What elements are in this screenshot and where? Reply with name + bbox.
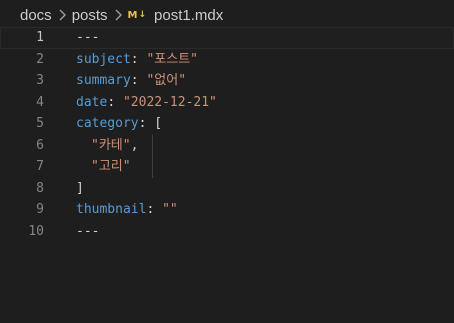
chevron-right-icon [114,9,122,21]
markdown-icon-arrow: ↓ [138,10,147,20]
chevron-right-icon [58,9,66,21]
line-number: 2 [36,51,44,67]
yaml-key: summary [76,73,131,88]
code-content: subject: "포스트" [76,49,198,71]
yaml-punctuation: --- [76,223,100,239]
yaml-punctuation: : [107,94,123,110]
code-line[interactable]: 3 summary: "없어" [0,70,454,92]
yaml-punctuation: ] [76,180,84,196]
code-content: --- [76,221,99,243]
yaml-punctuation: , [130,137,139,153]
yaml-punctuation: : [130,73,147,88]
yaml-string: "" [162,202,178,217]
markdown-file-icon: M ↓ [128,10,147,21]
code-content: date: "2022-12-21" [76,92,217,114]
code-line[interactable]: 10 --- [0,221,454,243]
line-number: 4 [36,94,44,110]
line-number: 5 [36,116,44,131]
code-content: --- [76,27,99,49]
yaml-key: category [76,116,139,131]
yaml-key: thumbnail [76,202,147,217]
code-content: ] [76,178,84,200]
code-editor[interactable]: 1 --- 2 subject: "포스트" 3 summary: "없어" 4 date: … [0,27,454,323]
code-line[interactable]: 6 "카테", [0,134,454,156]
breadcrumb: docs posts M ↓ post1.mdx [0,0,454,30]
line-number: 8 [36,180,44,196]
indent-guide [152,156,153,178]
breadcrumb-item-docs[interactable]: docs [20,7,52,24]
line-number: 10 [28,223,44,239]
code-content: "고리" [76,156,153,178]
code-content: category: [ [76,113,162,135]
code-line[interactable]: 8] [0,178,454,200]
yaml-punctuation: : [146,202,163,217]
yaml-punctuation: : [130,51,147,67]
markdown-icon-letter: M [127,9,138,21]
code-line[interactable]: 4 date: "2022-12-21" [0,92,454,114]
code-line[interactable]: 2 subject: "포스트" [0,49,454,71]
line-number: 3 [36,73,44,88]
line-number: 1 [36,30,44,45]
code-line[interactable]: 7 "고리" [0,156,454,178]
code-content: summary: "없어" [76,70,186,92]
code-line[interactable]: 1 --- [0,27,454,49]
yaml-key: date [76,94,108,110]
yaml-punctuation: : [ [138,116,163,131]
yaml-string: "포스트" [146,51,198,67]
yaml-key: subject [76,51,131,67]
code-content: thumbnail: "" [76,199,178,221]
line-number: 6 [36,137,44,153]
code-line[interactable]: 9 thumbnail: "" [0,199,454,221]
indent-guide [152,134,153,156]
yaml-string: "없어" [146,73,187,88]
code-content: "카테", [76,134,153,156]
yaml-string: "고리" [91,159,131,174]
breadcrumb-item-posts[interactable]: posts [72,7,108,24]
line-number: 7 [36,159,44,174]
yaml-string: "카테" [91,137,131,153]
yaml-punctuation: --- [76,30,100,45]
code-line[interactable]: 5 category: [ [0,113,454,135]
breadcrumb-item-file[interactable]: post1.mdx [154,7,223,24]
yaml-string: "2022-12-21" [122,94,217,110]
line-number: 9 [36,202,44,217]
